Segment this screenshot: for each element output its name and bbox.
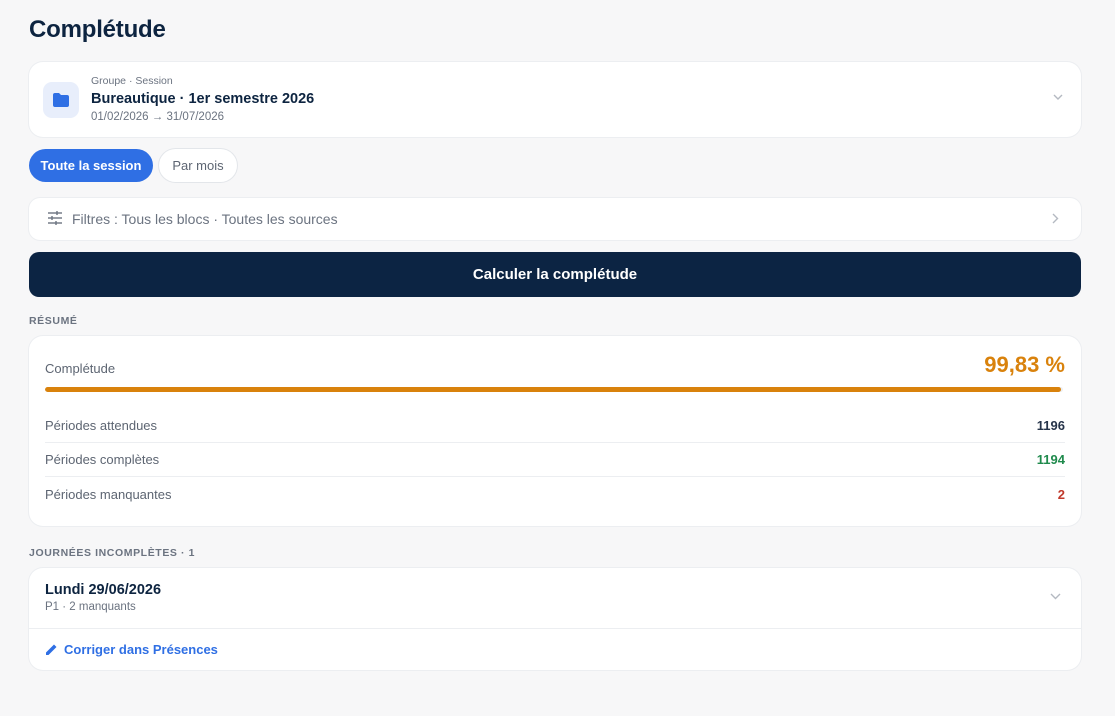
session-kicker: Groupe · Session (91, 75, 173, 87)
completeness-progress-fill (45, 387, 1062, 392)
divider (29, 628, 1081, 629)
stat-label: Périodes attendues (45, 418, 158, 433)
sliders-icon (48, 211, 62, 225)
stat-row-missing: Périodes manquantes 2 (45, 477, 1065, 511)
stat-label: Périodes complètes (45, 452, 160, 467)
page-title: Complétude (29, 16, 166, 43)
chevron-down-icon (1053, 94, 1063, 100)
stat-value: 1196 (1036, 418, 1065, 433)
day-date: Lundi 29/06/2026 (45, 582, 162, 598)
session-dates: 01/02/2026 → 31/07/2026 (91, 111, 225, 123)
stat-row-complete: Périodes complètes 1194 (45, 443, 1065, 477)
stat-row-expected: Périodes attendues 1196 (45, 409, 1065, 443)
pencil-icon (46, 644, 57, 655)
session-title: Bureautique · 1er semestre 2026 (91, 91, 315, 107)
incomplete-section-label: JOURNÉES INCOMPLÈTES · 1 (29, 547, 196, 559)
stat-value: 1194 (1036, 452, 1065, 467)
completeness-value: 99,83 % (984, 352, 1065, 377)
fix-link-label: Corriger dans Présences (64, 642, 218, 657)
incomplete-days-card: Lundi 29/06/2026 P1 · 2 manquants Corrig… (29, 568, 1081, 670)
completeness-label: Complétude (45, 361, 116, 376)
fix-in-attendance-link[interactable]: Corriger dans Présences (45, 642, 218, 657)
summary-section-label: RÉSUMÉ (29, 315, 78, 327)
tab-by-month[interactable]: Par mois (159, 149, 237, 182)
folder-icon (43, 82, 79, 118)
stat-label: Périodes manquantes (45, 486, 172, 502)
completeness-progress-bar (45, 387, 1063, 392)
chevron-down-icon[interactable] (1050, 593, 1061, 600)
stat-value: 2 (1057, 486, 1065, 502)
filters-row[interactable]: Filtres : Tous les blocs · Toutes les so… (29, 198, 1081, 240)
session-selector[interactable]: Groupe · Session Bureautique · 1er semes… (29, 62, 1081, 137)
chevron-right-icon (1052, 213, 1059, 224)
day-detail: P1 · 2 manquants (45, 601, 136, 613)
filters-label: Filtres : Tous les blocs · Toutes les so… (72, 211, 338, 227)
calculate-button[interactable]: Calculer la complétude (29, 252, 1081, 297)
tab-whole-session[interactable]: Toute la session (29, 149, 153, 182)
summary-card: Complétude 99,83 % Périodes attendues 11… (29, 336, 1081, 526)
